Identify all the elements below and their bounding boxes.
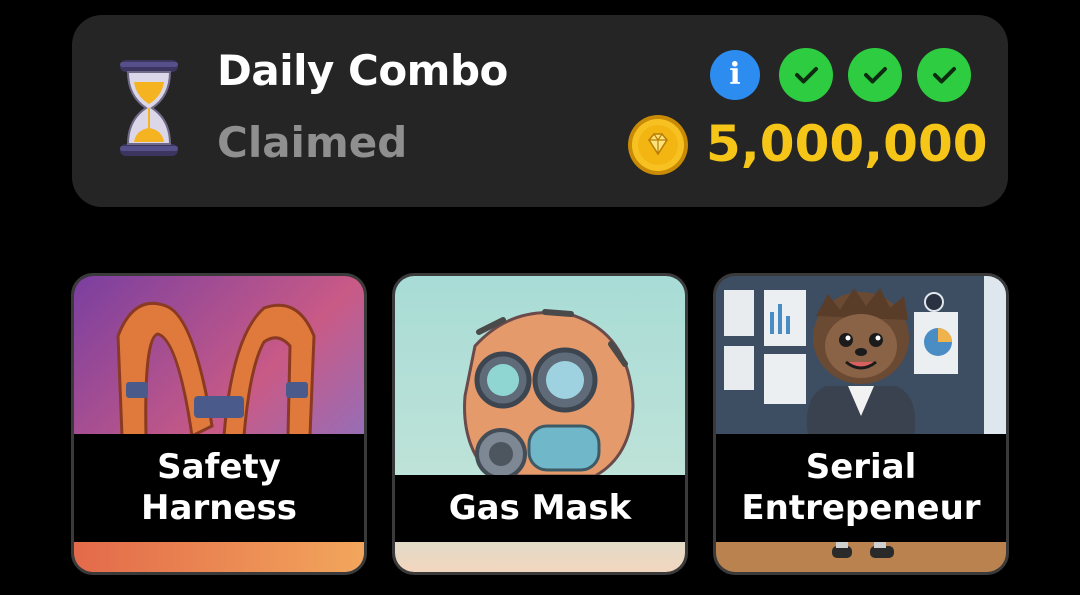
card-label: Gas Mask: [395, 475, 685, 542]
combo-title: Daily Combo: [217, 46, 508, 95]
reward-amount: 5,000,000: [706, 115, 988, 173]
card-label: Serial Entrepeneur: [716, 434, 1006, 542]
coin-icon: [627, 114, 689, 176]
check-icon: [848, 48, 902, 102]
check-icon: [779, 48, 833, 102]
check-icon: [917, 48, 971, 102]
combo-card-safety-harness[interactable]: Safety Harness: [71, 273, 367, 575]
daily-combo-card[interactable]: [72, 15, 1008, 207]
hourglass-icon: [114, 58, 184, 158]
card-label-line-2: Entrepeneur: [741, 488, 981, 528]
daily-combo-screen: Daily Combo Claimed i 5,000,000 Safety H…: [0, 0, 1080, 595]
combo-card-serial-entrepeneur[interactable]: Serial Entrepeneur: [713, 273, 1009, 575]
card-label: Safety Harness: [74, 434, 364, 542]
card-label-line-2: Harness: [141, 488, 297, 528]
info-icon[interactable]: i: [710, 50, 760, 100]
card-label-line-1: Safety: [157, 447, 281, 487]
card-label-line-1: Gas Mask: [448, 488, 632, 528]
combo-card-gas-mask[interactable]: Gas Mask: [392, 273, 688, 575]
combo-status: Claimed: [217, 118, 408, 167]
card-label-line-1: Serial: [805, 447, 917, 487]
